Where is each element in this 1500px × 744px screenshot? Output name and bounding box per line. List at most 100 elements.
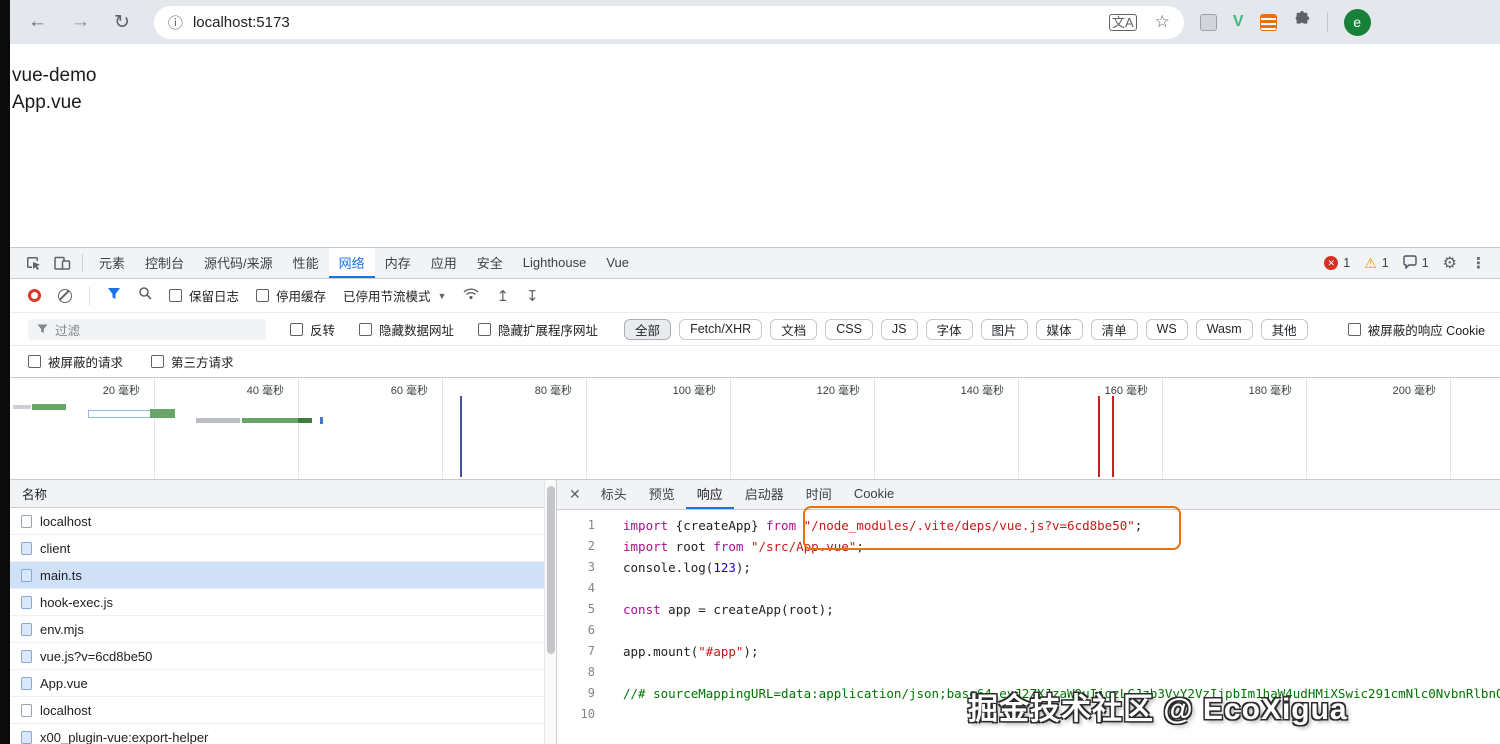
checkbox-box[interactable] <box>1347 322 1361 336</box>
extensions-area: V e <box>1199 8 1371 36</box>
address-bar[interactable]: ⓘ localhost:5173 文A ☆ <box>153 5 1184 39</box>
request-row[interactable]: localhost <box>10 697 556 724</box>
filter-chip-7[interactable]: 媒体 <box>1035 318 1083 340</box>
checkbox-box[interactable] <box>478 322 492 336</box>
devtools-tab-8[interactable]: Lighthouse <box>513 248 597 278</box>
filter-chip-8[interactable]: 清单 <box>1090 318 1138 340</box>
detail-tab-1[interactable]: 预览 <box>638 480 686 509</box>
clear-button[interactable] <box>58 288 72 303</box>
device-toolbar-icon[interactable] <box>48 250 76 276</box>
name-column-header[interactable]: 名称 <box>10 480 556 508</box>
inspect-element-icon[interactable] <box>20 250 48 276</box>
request-row[interactable]: client <box>10 535 556 562</box>
throttling-value: 已停用节流模式 <box>343 290 431 304</box>
devtools-tab-3[interactable]: 性能 <box>283 248 329 278</box>
export-har-icon[interactable]: ↧ <box>526 287 539 305</box>
left-black-strip <box>0 0 10 744</box>
extensions-puzzle-icon[interactable] <box>1293 10 1311 34</box>
extension-orange-icon[interactable] <box>1259 13 1277 31</box>
back-icon[interactable]: ← <box>28 11 47 33</box>
vue-devtools-icon[interactable]: V <box>1233 13 1244 31</box>
filter-chip-0[interactable]: 全部 <box>624 318 672 340</box>
checkbox-box[interactable] <box>28 355 41 368</box>
filter-chip-9[interactable]: WS <box>1145 318 1188 340</box>
network-conditions-icon[interactable] <box>463 287 479 305</box>
blocked-requests-checkbox[interactable]: 被屏蔽的请求 <box>28 352 123 371</box>
disable-cache-checkbox[interactable]: 停用缓存 <box>256 286 326 305</box>
scrollbar[interactable] <box>544 480 556 744</box>
search-icon[interactable] <box>138 286 152 305</box>
devtools-tab-5[interactable]: 内存 <box>375 248 421 278</box>
request-row[interactable]: localhost <box>10 508 556 535</box>
checkbox-box[interactable] <box>290 322 303 336</box>
invert-checkbox[interactable]: 反转 <box>290 320 335 339</box>
error-badge[interactable]: ✕ 1 <box>1324 256 1350 270</box>
filter-chip-6[interactable]: 图片 <box>980 318 1028 340</box>
devtools-tab-0[interactable]: 元素 <box>89 248 135 278</box>
kebab-menu-icon[interactable]: ⋮ <box>1471 254 1486 272</box>
timeline-column: 60 毫秒 <box>299 378 443 479</box>
import-har-icon[interactable]: ↥ <box>496 287 509 305</box>
throttling-select[interactable]: 已停用节流模式 ▼ <box>343 286 446 305</box>
filter-chip-10[interactable]: Wasm <box>1195 318 1253 340</box>
checkbox-box[interactable] <box>359 322 373 336</box>
checkbox-box[interactable] <box>151 355 165 368</box>
timeline-column: 160 毫秒 <box>1019 378 1163 479</box>
timeline-column: 100 毫秒 <box>587 378 731 479</box>
filter-chip-11[interactable]: 其他 <box>1260 318 1308 340</box>
bookmark-star-icon[interactable]: ☆ <box>1155 12 1170 32</box>
request-row[interactable]: vue.js?v=6cd8be50 <box>10 643 556 670</box>
filter-chip-2[interactable]: 文档 <box>770 318 818 340</box>
filter-chip-5[interactable]: 字体 <box>925 318 973 340</box>
request-row[interactable]: x00_plugin-vue:export-helper <box>10 724 556 744</box>
devtools-tab-9[interactable]: Vue <box>596 248 639 278</box>
divider <box>82 254 83 272</box>
warning-badge[interactable]: ⚠ 1 <box>1364 256 1389 270</box>
third-party-label: 第三方请求 <box>171 356 234 370</box>
blocked-response-cookies-checkbox[interactable]: 被屏蔽的响应 Cookie <box>1347 320 1485 339</box>
request-row[interactable]: env.mjs <box>10 616 556 643</box>
preserve-log-checkbox[interactable]: 保留日志 <box>169 286 239 305</box>
scrollbar-thumb[interactable] <box>546 486 555 654</box>
line-number: 7 <box>587 644 595 658</box>
detail-tab-2[interactable]: 响应 <box>685 480 734 509</box>
devtools-tab-7[interactable]: 安全 <box>467 248 513 278</box>
filter-funnel-icon[interactable] <box>107 287 121 305</box>
code-line: 6 <box>557 620 1500 641</box>
devtools-tab-6[interactable]: 应用 <box>421 248 467 278</box>
checkbox-box[interactable] <box>256 289 270 302</box>
profile-avatar[interactable]: e <box>1343 8 1371 36</box>
hide-data-urls-checkbox[interactable]: 隐藏数据网址 <box>359 320 454 339</box>
request-name: localhost <box>40 702 92 718</box>
hide-extension-urls-checkbox[interactable]: 隐藏扩展程序网址 <box>478 320 598 339</box>
request-row[interactable]: main.ts <box>10 562 556 589</box>
detail-tab-5[interactable]: Cookie <box>843 480 905 509</box>
third-party-checkbox[interactable]: 第三方请求 <box>151 352 234 371</box>
site-info-icon[interactable]: ⓘ <box>168 12 183 33</box>
request-row[interactable]: hook-exec.js <box>10 589 556 616</box>
detail-tab-4[interactable]: 时间 <box>795 480 843 509</box>
request-name: env.mjs <box>40 621 84 637</box>
issues-badge[interactable]: 1 <box>1403 254 1429 272</box>
network-overview-timeline[interactable]: 20 毫秒 40 毫秒 60 毫秒 80 毫秒 100 毫秒 120 毫秒 140 毫秒 16… <box>10 378 1500 480</box>
extension-icon[interactable] <box>1199 13 1217 31</box>
devtools-tab-2[interactable]: 源代码/来源 <box>194 248 283 278</box>
detail-tab-3[interactable]: 启动器 <box>734 480 795 509</box>
line-number: 3 <box>587 560 595 574</box>
devtools-tab-4[interactable]: 网络 <box>328 248 375 278</box>
checkbox-box[interactable] <box>169 289 182 302</box>
detail-tab-0[interactable]: 标头 <box>590 480 638 509</box>
code-text: import {createApp} from "/node_modules/.… <box>623 518 1143 533</box>
record-button[interactable] <box>28 289 41 302</box>
forward-icon[interactable]: → <box>71 11 90 33</box>
settings-gear-icon[interactable]: ⚙ <box>1443 253 1457 273</box>
filter-chip-3[interactable]: CSS <box>825 318 873 340</box>
translate-icon[interactable]: 文A <box>1109 13 1137 31</box>
filter-chip-4[interactable]: JS <box>880 318 918 340</box>
devtools-tab-1[interactable]: 控制台 <box>135 248 194 278</box>
close-icon[interactable]: ✕ <box>567 486 590 503</box>
request-row[interactable]: App.vue <box>10 670 556 697</box>
filter-chip-1[interactable]: Fetch/XHR <box>679 318 763 340</box>
filter-input[interactable]: 过滤 <box>28 318 266 340</box>
reload-icon[interactable]: ↻ <box>114 11 130 34</box>
